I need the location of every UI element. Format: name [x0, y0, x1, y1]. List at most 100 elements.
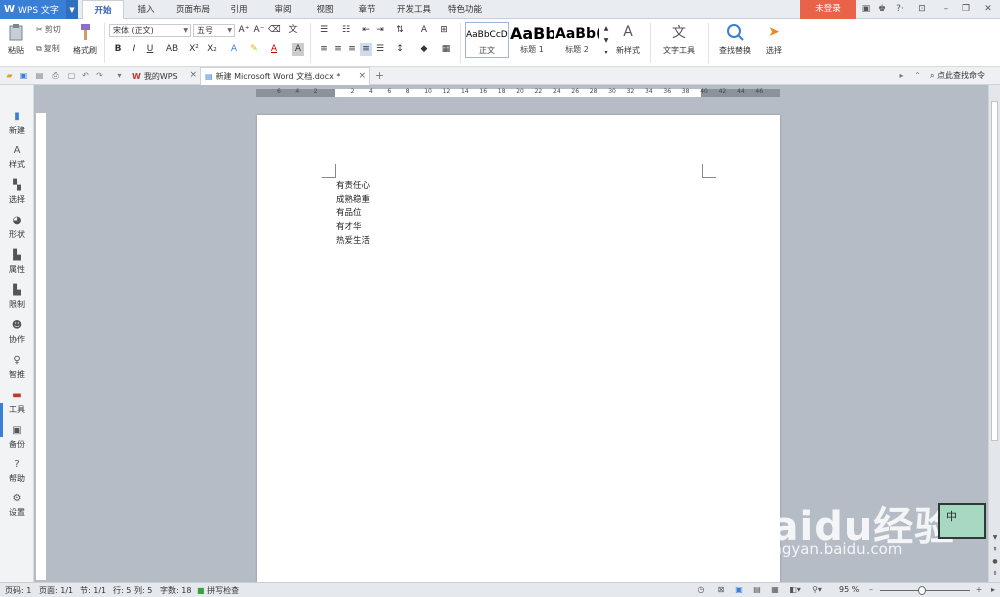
zoom-out-icon[interactable]: – — [866, 585, 876, 595]
shrink-font-icon[interactable]: A⁻ — [253, 24, 265, 37]
document-page[interactable]: 有责任心 成熟稳重 有品位 有才华 热爱生活 — [257, 115, 780, 595]
justify-icon[interactable]: ≡ — [360, 43, 372, 56]
new-tab-icon[interactable]: + — [374, 70, 385, 81]
align-right-icon[interactable]: ≡ — [346, 43, 358, 56]
scrollbar-thumb[interactable] — [991, 101, 998, 441]
wps-app-menu-button[interactable]: W WPS 文字 ▼ — [0, 0, 78, 19]
ime-indicator[interactable]: 中 — [938, 503, 986, 539]
tab-home[interactable]: 开始 — [82, 0, 124, 20]
sidebar-item-shapes[interactable]: ◕ 形状 — [0, 215, 34, 240]
spellcheck-toggle[interactable]: ■ 拼写检查 — [197, 585, 239, 596]
maximize-icon[interactable]: ❐ — [960, 3, 972, 15]
location-icon[interactable]: ⚲▾ — [810, 585, 824, 595]
shirt-icon[interactable]: ♚ — [876, 3, 888, 15]
tab-developer[interactable]: 开发工具 — [392, 0, 436, 19]
borders-icon[interactable]: ▦ — [438, 43, 454, 56]
find-replace-button[interactable]: 查找替换 — [712, 22, 758, 56]
sidebar-item-tools[interactable]: ▬ 工具 — [0, 390, 34, 415]
font-color-icon[interactable]: A — [268, 43, 280, 56]
sidebar-item-help[interactable]: ? 帮助 — [0, 459, 34, 484]
table-border-icon[interactable]: ⊞ — [438, 24, 450, 37]
underline-icon[interactable]: U — [144, 43, 156, 56]
tab-page-layout[interactable]: 页面布局 — [168, 0, 218, 19]
bold-icon[interactable]: B — [112, 43, 124, 56]
align-center-icon[interactable]: ≡ — [332, 43, 344, 56]
sidebar-item-restrict[interactable]: ▙ 限制 — [0, 285, 34, 310]
chinese-layout-icon[interactable]: A — [416, 24, 432, 37]
sidebar-item-collaborate[interactable]: ☻ 协作 — [0, 320, 34, 345]
copy-button[interactable]: ⧉ 复制 — [36, 43, 60, 54]
login-button[interactable]: 未登录 — [800, 0, 856, 19]
share-icon[interactable]: ▸ — [896, 70, 907, 81]
bullet-list-icon[interactable]: ☰ — [316, 24, 332, 37]
tab-insert[interactable]: 插入 — [128, 0, 164, 19]
sidebar-item-settings[interactable]: ⚙ 设置 — [0, 493, 34, 518]
doc-tab-my-wps[interactable]: W 我的WPS × — [128, 67, 200, 85]
zoom-level[interactable]: 95 % — [839, 585, 859, 594]
close-tab-icon[interactable]: × — [189, 70, 197, 80]
numbered-list-icon[interactable]: ☷ — [338, 24, 354, 37]
outline-view-icon[interactable]: ▤ — [752, 585, 762, 595]
collapse-ribbon-icon[interactable]: ⌃ — [912, 70, 923, 81]
char-shading-icon[interactable]: A — [292, 43, 304, 56]
tab-chapter[interactable]: 章节 — [350, 0, 384, 19]
backup-clock-icon[interactable]: ◷ — [696, 585, 706, 595]
strikethrough-icon[interactable]: AB — [164, 43, 180, 56]
document-line[interactable]: 有品位 — [336, 206, 362, 218]
open-icon[interactable]: ▰ — [4, 70, 15, 81]
sidebar-item-styles[interactable]: A 样式 — [0, 145, 34, 170]
text-tools-button[interactable]: 文 文字工具 — [656, 22, 702, 56]
scroll-right-icon[interactable]: ▸ — [988, 585, 998, 595]
cut-button[interactable]: ✂ 剪切 — [36, 24, 61, 35]
focus-mode-icon[interactable]: ⊠ — [716, 585, 726, 595]
save-icon[interactable]: ▣ — [18, 70, 29, 81]
phonetic-guide-icon[interactable]: 文 — [287, 24, 299, 37]
document-line[interactable]: 热爱生活 — [336, 234, 370, 246]
format-painter-button[interactable]: 格式刷 — [70, 22, 100, 56]
tab-features[interactable]: 特色功能 — [442, 0, 488, 19]
new-style-button[interactable]: A 新样式 — [611, 22, 645, 56]
undo-icon[interactable]: ↶ — [80, 70, 91, 81]
redo-icon[interactable]: ↷ — [94, 70, 105, 81]
distribute-icon[interactable]: ☰ — [374, 43, 386, 56]
doc-tab-current[interactable]: ▤ 新建 Microsoft Word 文档.docx * × — [200, 67, 370, 85]
chevron-down-icon[interactable]: ▼ — [66, 0, 78, 19]
font-name-select[interactable]: 宋体 (正文) ▼ — [109, 24, 191, 37]
zoom-slider-handle[interactable] — [918, 586, 926, 595]
restore-ribbon-icon[interactable]: ⊡ — [916, 3, 928, 15]
print-icon[interactable]: ⎙ — [50, 70, 61, 81]
style-heading-2[interactable]: AaBb( 标题 2 — [555, 22, 599, 58]
style-heading-1[interactable]: AaBb 标题 1 — [510, 22, 554, 58]
print-preview-icon[interactable]: ▢ — [66, 70, 77, 81]
export-pdf-icon[interactable]: ▤ — [34, 70, 45, 81]
command-search[interactable]: ⌕ 点此查找命令 — [930, 70, 985, 81]
minimize-icon[interactable]: – — [940, 3, 952, 15]
paragraph-shading-icon[interactable]: ◆ — [416, 43, 432, 56]
decrease-indent-icon[interactable]: ⇤ — [360, 24, 372, 37]
clear-format-icon[interactable]: ⌫ — [268, 24, 281, 37]
select-button[interactable]: ➤ 选择 — [760, 22, 788, 56]
page-view-icon[interactable]: ▣ — [734, 585, 744, 595]
italic-icon[interactable]: I — [128, 43, 140, 56]
style-normal[interactable]: AaBbCcDd 正文 — [465, 22, 509, 58]
sidebar-item-new[interactable]: ▮ 新建 — [0, 111, 34, 136]
sidebar-item-properties[interactable]: ▙ 属性 — [0, 250, 34, 275]
tab-review[interactable]: 审阅 — [266, 0, 300, 19]
close-icon[interactable]: ✕ — [982, 3, 994, 15]
text-effect-icon[interactable]: A — [228, 43, 240, 56]
paste-button[interactable]: 粘贴 — [4, 22, 28, 56]
customize-dropdown-icon[interactable]: ▾ — [114, 70, 125, 81]
highlight-icon[interactable]: ✎ — [248, 43, 260, 56]
sidebar-item-smart-recommend[interactable]: ♀ 智推 — [0, 355, 34, 380]
sidebar-item-backup[interactable]: ▣ 备份 — [0, 425, 34, 450]
sort-icon[interactable]: ⇅ — [392, 24, 408, 37]
help-dropdown-icon[interactable]: ?· — [892, 3, 908, 15]
document-line[interactable]: 成熟稳重 — [336, 193, 370, 205]
document-line[interactable]: 有责任心 — [336, 179, 370, 191]
document-line[interactable]: 有才华 — [336, 220, 362, 232]
tab-references[interactable]: 引用 — [222, 0, 256, 19]
line-spacing-icon[interactable]: ↕ — [392, 43, 408, 56]
tab-view[interactable]: 视图 — [308, 0, 342, 19]
sidebar-item-select[interactable]: ▚ 选择 — [0, 180, 34, 205]
align-left-icon[interactable]: ≡ — [318, 43, 330, 56]
